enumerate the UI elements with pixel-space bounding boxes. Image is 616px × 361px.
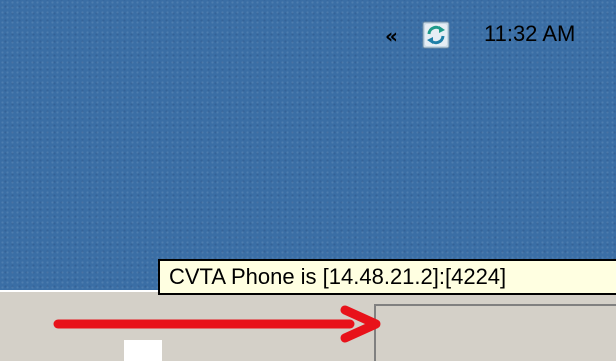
taskbar-clock[interactable]: 11:32 AM — [484, 23, 575, 45]
notification-area — [374, 304, 616, 361]
show-hidden-icons-button[interactable]: « — [385, 26, 398, 46]
red-arrow-icon — [53, 305, 381, 343]
phone-status-tooltip: CVTA Phone is [14.48.21.2]:[4224] — [158, 259, 616, 295]
screenshot: « 11:32 AM CVTA Phone is [14.48.21.2]:[4… — [0, 0, 616, 361]
cvta-sync-icon[interactable] — [422, 21, 450, 49]
